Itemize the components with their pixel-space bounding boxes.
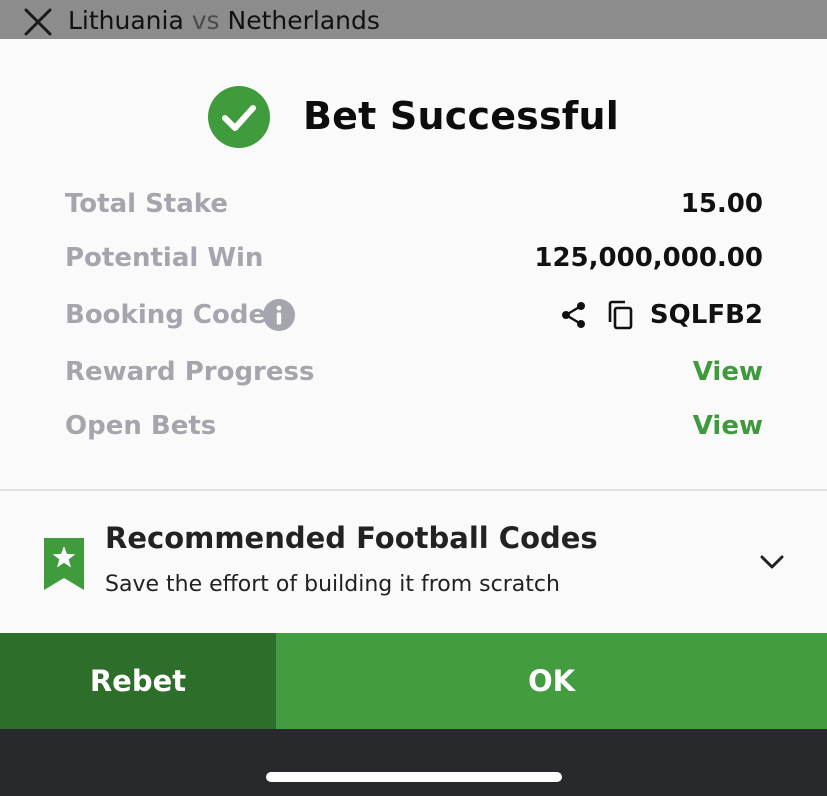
home-team: Lithuania bbox=[68, 6, 184, 35]
copy-icon[interactable] bbox=[605, 300, 635, 330]
system-bottom-bar bbox=[0, 729, 827, 796]
match-header: Lithuania vs Netherlands bbox=[0, 0, 827, 39]
chevron-down-icon[interactable] bbox=[757, 547, 787, 577]
recommended-subtitle: Save the effort of building it from scra… bbox=[105, 572, 560, 597]
recommended-title: Recommended Football Codes bbox=[105, 521, 598, 555]
potential-win-row: Potential Win 125,000,000.00 bbox=[65, 240, 763, 276]
reward-progress-row: Reward Progress View bbox=[65, 354, 763, 390]
booking-code-value[interactable]: SQLFB2 bbox=[650, 297, 763, 333]
match-title: Lithuania vs Netherlands bbox=[68, 6, 380, 35]
booking-code-row: Booking Code SQLFB2 bbox=[65, 297, 763, 333]
booking-code-label: Booking Code bbox=[65, 300, 267, 330]
total-stake-row: Total Stake 15.00 bbox=[65, 186, 763, 222]
page-title: Bet Successful bbox=[303, 94, 620, 138]
vs-label: vs bbox=[191, 6, 220, 35]
reward-progress-view-link[interactable]: View bbox=[693, 354, 763, 390]
potential-win-label: Potential Win bbox=[65, 243, 264, 273]
potential-win-value: 125,000,000.00 bbox=[534, 243, 763, 273]
open-bets-row: Open Bets View bbox=[65, 408, 763, 444]
away-team: Netherlands bbox=[227, 6, 380, 35]
recommended-codes-section[interactable]: Recommended Football Codes Save the effo… bbox=[0, 491, 827, 633]
check-circle-icon bbox=[208, 86, 270, 148]
total-stake-label: Total Stake bbox=[65, 189, 229, 219]
bookmark-star-icon bbox=[44, 538, 84, 590]
open-bets-view-link[interactable]: View bbox=[693, 408, 763, 444]
total-stake-value: 15.00 bbox=[680, 189, 763, 219]
rebet-button[interactable]: Rebet bbox=[0, 633, 276, 729]
open-bets-label: Open Bets bbox=[65, 411, 217, 441]
ok-button[interactable]: OK bbox=[276, 633, 827, 729]
bet-confirmation-sheet: Bet Successful Total Stake 15.00 Potenti… bbox=[0, 39, 827, 633]
info-icon[interactable] bbox=[263, 299, 295, 331]
share-icon[interactable] bbox=[559, 300, 589, 330]
reward-progress-label: Reward Progress bbox=[65, 357, 315, 387]
home-indicator[interactable] bbox=[266, 772, 562, 782]
close-icon[interactable] bbox=[22, 6, 54, 38]
